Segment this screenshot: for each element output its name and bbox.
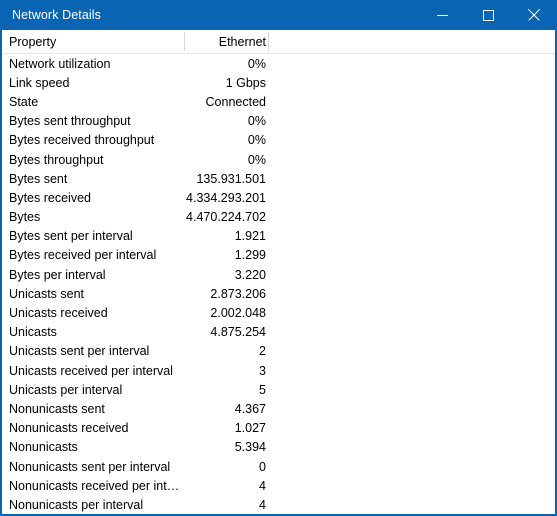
table-row[interactable]: Unicasts per interval 5 (2, 380, 555, 399)
row-value: 1 Gbps (225, 75, 266, 90)
column-divider-1[interactable] (184, 32, 185, 51)
row-property-label: Unicasts sent per interval (9, 344, 150, 359)
row-property-label: Unicasts received per interval (9, 363, 173, 378)
table-row[interactable]: Network utilization 0% (2, 54, 555, 73)
row-property-label: Bytes per interval (9, 267, 106, 282)
table-row[interactable]: Bytes sent throughput 0% (2, 112, 555, 131)
table-row[interactable]: Bytes received 4.334.293.201 (2, 188, 555, 207)
row-value: 1.299 (234, 248, 266, 263)
table-row[interactable]: Nonunicasts sent 4.367 (2, 399, 555, 418)
column-header-ethernet[interactable]: Ethernet (184, 35, 268, 49)
table-header: Property Ethernet (2, 30, 555, 54)
table-row[interactable]: Bytes received throughput 0% (2, 131, 555, 150)
row-property-label: Nonunicasts sent per interval (9, 459, 171, 474)
column-header-property[interactable]: Property (2, 35, 184, 49)
row-value: 1.921 (234, 229, 266, 244)
row-property-label: Unicasts (9, 325, 57, 340)
details-list: Network utilization 0% Link speed 1 Gbps Sta… (2, 54, 555, 514)
row-value: Connected (205, 94, 266, 109)
row-property-label: Bytes throughput (9, 152, 104, 167)
table-row[interactable]: Bytes per interval 3.220 (2, 265, 555, 284)
row-property-label: Network utilization (9, 56, 111, 71)
row-property-label: Nonunicasts sent (9, 401, 105, 416)
table-row[interactable]: Bytes throughput 0% (2, 150, 555, 169)
table-row[interactable]: Link speed 1 Gbps (2, 73, 555, 92)
row-value: 4.367 (234, 401, 266, 416)
row-property-label: Nonunicasts (9, 440, 78, 455)
row-value: 5.394 (234, 440, 266, 455)
table-row[interactable]: Bytes received per interval 1.299 (2, 246, 555, 265)
title-bar[interactable]: Network Details (0, 0, 557, 30)
table-row[interactable]: Bytes sent 135.931.501 (2, 169, 555, 188)
row-property-label: Bytes sent per interval (9, 229, 133, 244)
table-row[interactable]: Nonunicasts sent per interval 0 (2, 457, 555, 476)
row-value: 1.027 (234, 421, 266, 436)
table-row[interactable]: Unicasts received per interval 3 (2, 361, 555, 380)
table-row[interactable]: State Connected (2, 92, 555, 111)
window-title: Network Details (12, 8, 102, 22)
minimize-button[interactable] (419, 0, 465, 30)
row-value: 0% (247, 56, 266, 71)
row-value: 2 (259, 344, 266, 359)
table-row[interactable]: Bytes sent per interval 1.921 (2, 227, 555, 246)
row-property-label: Bytes received per interval (9, 248, 157, 263)
row-value: 135.931.501 (196, 171, 266, 186)
row-property-label: Bytes (9, 210, 41, 225)
table-row[interactable]: Unicasts received 2.002.048 (2, 303, 555, 322)
column-divider-2[interactable] (268, 32, 269, 51)
row-value: 3.220 (234, 267, 266, 282)
row-value: 3 (259, 363, 266, 378)
row-property-label: Bytes received (9, 190, 91, 205)
row-value: 4.875.254 (210, 325, 266, 340)
row-property-label: Nonunicasts per interval (9, 497, 144, 512)
row-property-label: Unicasts per interval (9, 382, 123, 397)
table-row[interactable]: Nonunicasts 5.394 (2, 438, 555, 457)
row-property-label: State (9, 94, 39, 109)
table-row[interactable]: Unicasts sent per interval 2 (2, 342, 555, 361)
row-value: 0 (259, 459, 266, 474)
row-property-label: Nonunicasts received per inter... (9, 478, 184, 493)
table-row[interactable]: Nonunicasts received 1.027 (2, 419, 555, 438)
table-row[interactable]: Unicasts 4.875.254 (2, 323, 555, 342)
network-details-window: Network Details Property Ethernet Networ… (0, 0, 557, 516)
row-value: 4 (259, 497, 266, 512)
row-property-label: Unicasts received (9, 306, 108, 321)
table-row[interactable]: Nonunicasts received per inter... 4 (2, 476, 555, 495)
row-property-label: Bytes sent throughput (9, 114, 131, 129)
row-value: 4.334.293.201 (186, 190, 266, 205)
table-row[interactable]: Bytes 4.470.224.702 (2, 208, 555, 227)
row-value: 0% (247, 133, 266, 148)
row-property-label: Nonunicasts received (9, 421, 129, 436)
row-property-label: Link speed (9, 75, 70, 90)
row-value: 2.002.048 (210, 306, 266, 321)
row-value: 4.470.224.702 (186, 210, 266, 225)
row-value: 0% (247, 152, 266, 167)
row-value: 4 (259, 478, 266, 493)
row-property-label: Bytes sent (9, 171, 68, 186)
row-property-label: Bytes received throughput (9, 133, 155, 148)
maximize-button[interactable] (465, 0, 511, 30)
table-row[interactable]: Unicasts sent 2.873.206 (2, 284, 555, 303)
table-row[interactable]: Nonunicasts per interval 4 (2, 495, 555, 514)
row-property-label: Unicasts sent (9, 286, 85, 301)
row-value: 5 (259, 382, 266, 397)
window-controls (419, 0, 557, 30)
close-button[interactable] (511, 0, 557, 30)
row-value: 0% (247, 114, 266, 129)
row-value: 2.873.206 (210, 286, 266, 301)
